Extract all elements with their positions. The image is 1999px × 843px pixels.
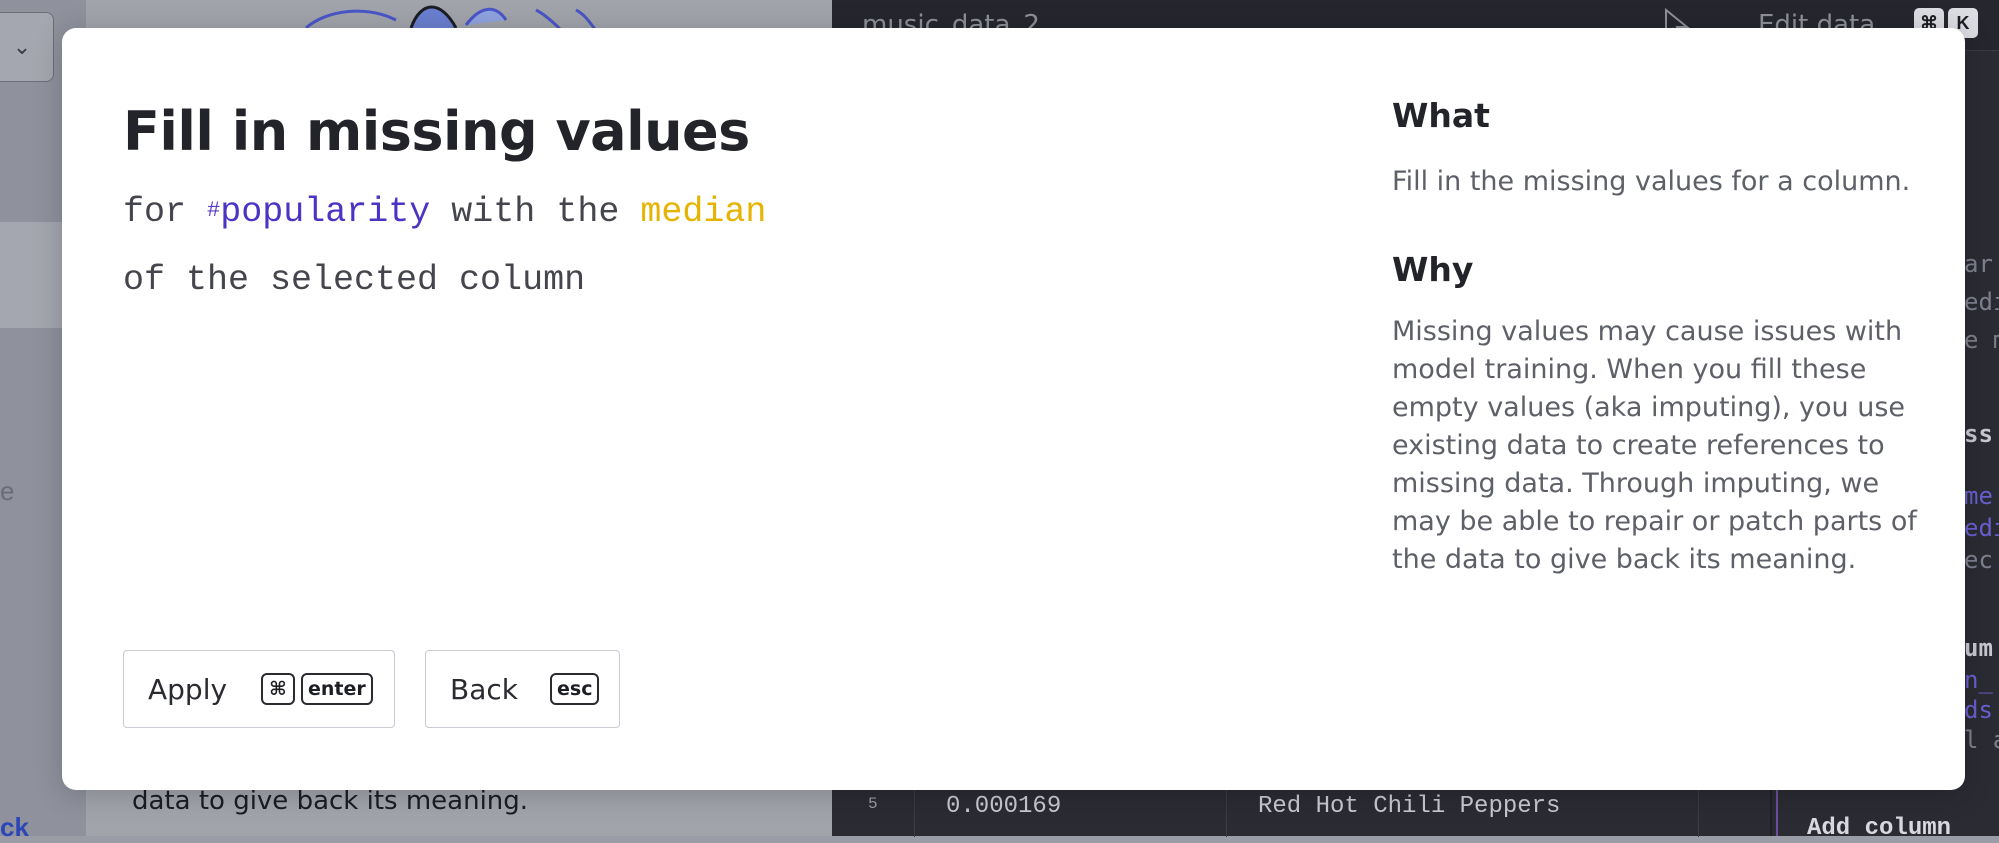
row-index: 5: [868, 795, 878, 813]
why-section: Why Missing values may cause issues with…: [1392, 250, 1922, 579]
add-column-label[interactable]: Add column: [1807, 815, 1951, 842]
action-middle: with the: [451, 192, 620, 232]
back-button-label: Back: [450, 672, 518, 706]
modal-title: Fill in missing values: [123, 100, 750, 163]
sidebar-text-fragment: ec: [1964, 546, 1993, 574]
what-section: What Fill in the missing values for a co…: [1392, 96, 1922, 201]
fill-missing-values-modal: Fill in missing values for #popularity w…: [62, 28, 1965, 790]
esc-key-badge: esc: [550, 673, 600, 705]
background-description-text: data to give back its meaning.: [132, 786, 529, 816]
command-key-icon: ⌘: [261, 673, 295, 705]
action-summary-line-2: of the selected column: [123, 260, 586, 300]
sidebar-text-fragment: me: [1964, 482, 1993, 510]
what-description: Fill in the missing values for a column.: [1392, 166, 1911, 197]
sidebar-text-fragment: edi: [1964, 288, 1999, 316]
enter-key-badge: enter: [301, 673, 373, 705]
sidebar-text-fragment: ds: [1964, 696, 1993, 724]
fill-method[interactable]: median: [640, 192, 766, 232]
chevron-down-icon: ⌄: [12, 34, 32, 59]
sidebar-text-fragment: edi: [1964, 514, 1999, 542]
sidebar-text-fragment: ss: [1964, 420, 1993, 448]
action-prefix: for: [123, 192, 187, 232]
sidebar-text-fragment: ar: [1964, 250, 1993, 278]
why-heading: Why: [1392, 250, 1474, 289]
sidebar-text-fragment: l a: [1964, 726, 1999, 754]
background-link-fragment[interactable]: ck: [0, 812, 29, 843]
column-name[interactable]: popularity: [220, 192, 430, 232]
sidebar-text-fragment: e m: [1964, 326, 1999, 354]
back-button[interactable]: Back esc: [425, 650, 620, 728]
background-text-fragment: e: [0, 476, 15, 506]
sidebar-text-fragment: um: [1964, 634, 1993, 662]
apply-button[interactable]: Apply ⌘ enter: [123, 650, 395, 728]
apply-button-label: Apply: [148, 672, 228, 706]
sidebar-text-fragment: n_: [1964, 666, 1993, 694]
selected-row-highlight: [0, 222, 62, 328]
action-summary-line-1: for #popularity with the median: [123, 192, 766, 232]
what-heading: What: [1392, 96, 1490, 135]
decorative-illustration: [304, 5, 598, 30]
why-description: Missing values may cause issues with mod…: [1392, 316, 1917, 575]
cell-value: 0.000169: [946, 793, 1062, 820]
dropdown-toggle[interactable]: ⌄: [0, 12, 54, 82]
cell-artist: Red Hot Chili Peppers: [1258, 793, 1561, 820]
numeric-column-icon: #: [207, 198, 221, 223]
